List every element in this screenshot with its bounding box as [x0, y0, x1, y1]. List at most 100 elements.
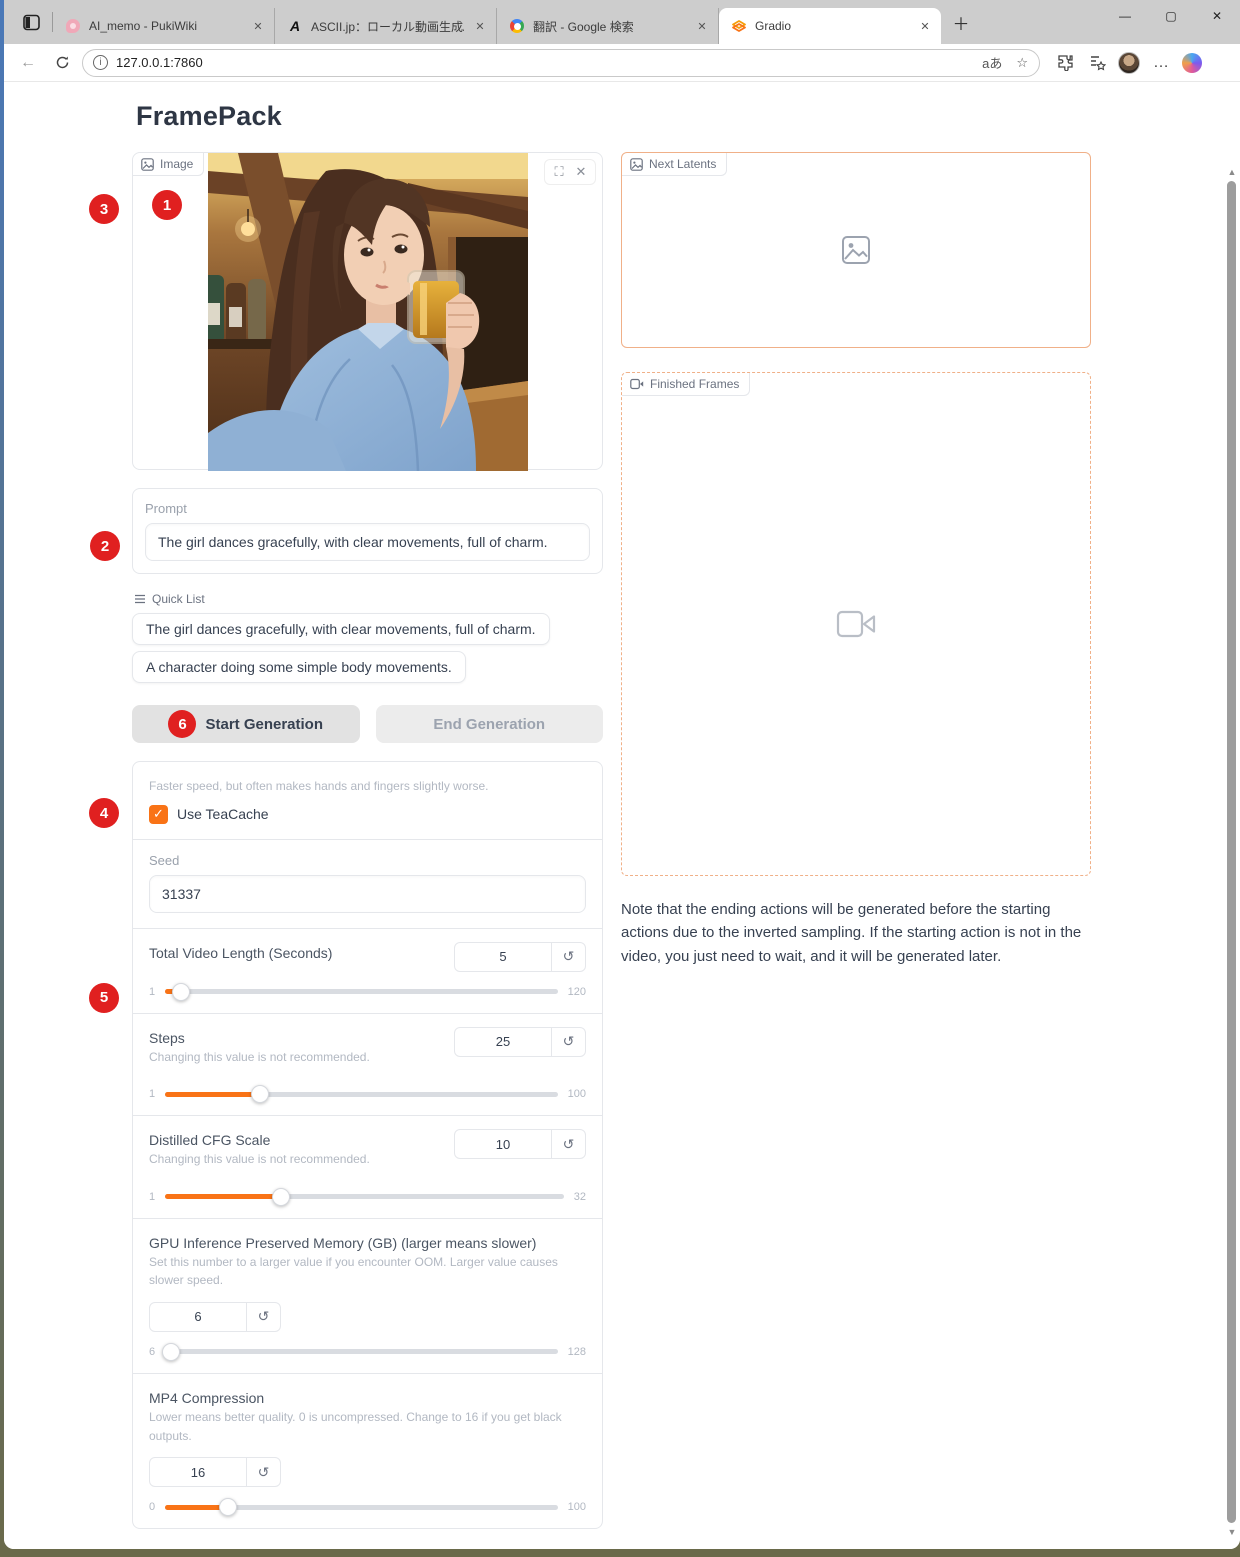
uploaded-image[interactable]	[208, 153, 528, 471]
steps-input[interactable]: 25	[455, 1028, 551, 1056]
slider-max: 100	[568, 1088, 586, 1100]
copilot-icon[interactable]	[1182, 53, 1202, 73]
steps-info: Changing this value is not recommended.	[149, 1048, 370, 1067]
gpu-memory-info: Set this number to a larger value if you…	[149, 1253, 579, 1290]
tab-close-icon[interactable]: ✕	[917, 18, 933, 34]
minimize-button[interactable]: —	[1102, 0, 1148, 32]
new-tab-button[interactable]: ＋	[947, 8, 975, 36]
cfg-slider[interactable]	[165, 1194, 564, 1199]
toolbar-icons: …	[1046, 52, 1202, 74]
fullscreen-icon[interactable]: ⛶	[549, 162, 569, 182]
tab-actions-menu-icon[interactable]	[14, 7, 48, 37]
slider-min: 0	[149, 1501, 155, 1513]
slider-min: 6	[149, 1346, 155, 1358]
image-icon	[141, 158, 154, 171]
mp4-compression-input[interactable]: 16	[150, 1458, 246, 1486]
ascii-favicon: A	[287, 18, 303, 34]
video-placeholder-icon	[836, 609, 876, 639]
seed-input[interactable]: 31337	[149, 875, 586, 913]
page-scrollbar[interactable]: ▲ ▼	[1225, 165, 1239, 1539]
site-info-icon[interactable]: i	[93, 55, 108, 70]
tab-title: ASCII.jp：ローカル動画生成AIの革命	[311, 18, 464, 35]
start-generation-button[interactable]: 6 Start Generation	[132, 705, 360, 743]
page-title: FramePack	[136, 101, 1096, 132]
maximize-button[interactable]: ▢	[1148, 0, 1194, 32]
end-generation-button[interactable]: End Generation	[376, 705, 604, 743]
browser-toolbar: ← i 127.0.0.1:7860 aあ ☆ …	[4, 44, 1240, 82]
gpu-memory-slider[interactable]	[165, 1349, 558, 1354]
slider-thumb[interactable]	[251, 1085, 269, 1103]
scroll-up-icon[interactable]: ▲	[1227, 167, 1237, 177]
image-icon	[630, 158, 643, 171]
tab-close-icon[interactable]: ✕	[694, 18, 710, 34]
tab-ascii[interactable]: A ASCII.jp：ローカル動画生成AIの革命 ✕	[275, 8, 497, 44]
reset-icon[interactable]: ↺	[551, 943, 585, 971]
slider-thumb[interactable]	[272, 1188, 290, 1206]
mp4-compression-info: Lower means better quality. 0 is uncompr…	[149, 1408, 586, 1445]
tab-close-icon[interactable]: ✕	[250, 18, 266, 34]
steps-slider[interactable]	[165, 1092, 558, 1097]
mp4-compression-label: MP4 Compression	[149, 1387, 586, 1406]
reset-icon[interactable]: ↺	[246, 1303, 280, 1331]
mp4-compression-slider[interactable]	[165, 1505, 558, 1510]
gradio-favicon	[731, 18, 747, 34]
gpu-memory-label: GPU Inference Preserved Memory (GB) (lar…	[149, 1232, 586, 1251]
image-upload-component[interactable]: Image 1 ⛶ ✕	[132, 152, 603, 470]
steps-label: Steps	[149, 1027, 370, 1046]
teacache-checkbox[interactable]: ✓	[149, 805, 168, 824]
more-menu-icon[interactable]: …	[1150, 52, 1172, 74]
teacache-label: Use TeaCache	[177, 806, 269, 822]
favorite-star-icon[interactable]: ☆	[1013, 55, 1031, 71]
quick-list-label: Quick List	[134, 592, 603, 606]
slider-thumb[interactable]	[172, 983, 190, 1001]
reset-icon[interactable]: ↺	[551, 1130, 585, 1158]
window-controls: — ▢ ✕	[1102, 0, 1240, 44]
prompt-input[interactable]: The girl dances gracefully, with clear m…	[145, 523, 590, 561]
image-label: Image	[133, 153, 204, 176]
browser-window: AI_memo - PukiWiki ✕ A ASCII.jp：ローカル動画生成…	[4, 0, 1240, 1549]
google-favicon	[509, 18, 525, 34]
annotation-badge-1: 1	[152, 190, 182, 220]
profile-avatar[interactable]	[1118, 52, 1140, 74]
annotation-badge-5: 5	[89, 983, 119, 1013]
mp4-compression-section: MP4 Compression Lower means better quali…	[133, 1373, 602, 1528]
translate-icon[interactable]: aあ	[979, 53, 1005, 72]
gpu-memory-input[interactable]: 6	[150, 1303, 246, 1331]
video-length-label: Total Video Length (Seconds)	[149, 942, 332, 961]
scroll-down-icon[interactable]: ▼	[1227, 1527, 1237, 1537]
refresh-button[interactable]	[48, 49, 76, 77]
tab-pukiwiki[interactable]: AI_memo - PukiWiki ✕	[53, 8, 275, 44]
tab-gradio[interactable]: Gradio ✕	[719, 8, 941, 44]
collections-icon[interactable]	[1086, 52, 1108, 74]
clear-image-icon[interactable]: ✕	[571, 162, 591, 182]
video-length-input[interactable]: 5	[455, 943, 551, 971]
finished-frames-label: Finished Frames	[622, 373, 750, 396]
cfg-section: Distilled CFG Scale Changing this value …	[133, 1115, 602, 1218]
back-button[interactable]: ←	[14, 49, 42, 77]
tab-close-icon[interactable]: ✕	[472, 18, 488, 34]
teacache-info: Faster speed, but often makes hands and …	[149, 777, 586, 796]
slider-max: 100	[568, 1501, 586, 1513]
address-bar[interactable]: i 127.0.0.1:7860 aあ ☆	[82, 49, 1040, 77]
sampling-note: Note that the ending actions will be gen…	[621, 898, 1091, 968]
video-length-slider[interactable]	[165, 989, 558, 994]
reset-icon[interactable]: ↺	[246, 1458, 280, 1486]
image-placeholder-icon	[841, 235, 871, 265]
generation-buttons: 6 Start Generation End Generation	[132, 705, 603, 743]
cfg-info: Changing this value is not recommended.	[149, 1150, 370, 1169]
reset-icon[interactable]: ↺	[551, 1028, 585, 1056]
url-text[interactable]: 127.0.0.1:7860	[116, 55, 971, 70]
slider-min: 1	[149, 1191, 155, 1203]
window-close-button[interactable]: ✕	[1194, 0, 1240, 32]
tab-title: Gradio	[755, 19, 909, 33]
prompt-component: 2 Prompt The girl dances gracefully, wit…	[132, 488, 603, 574]
scrollbar-thumb[interactable]	[1227, 181, 1236, 1523]
quick-list-item[interactable]: A character doing some simple body movem…	[132, 651, 466, 683]
extensions-icon[interactable]	[1054, 52, 1076, 74]
tab-title: AI_memo - PukiWiki	[89, 19, 242, 33]
cfg-input[interactable]: 10	[455, 1130, 551, 1158]
slider-thumb[interactable]	[219, 1498, 237, 1516]
tab-google-search[interactable]: 翻訳 - Google 検索 ✕	[497, 8, 719, 44]
quick-list-item[interactable]: The girl dances gracefully, with clear m…	[132, 613, 550, 645]
slider-thumb[interactable]	[162, 1343, 180, 1361]
